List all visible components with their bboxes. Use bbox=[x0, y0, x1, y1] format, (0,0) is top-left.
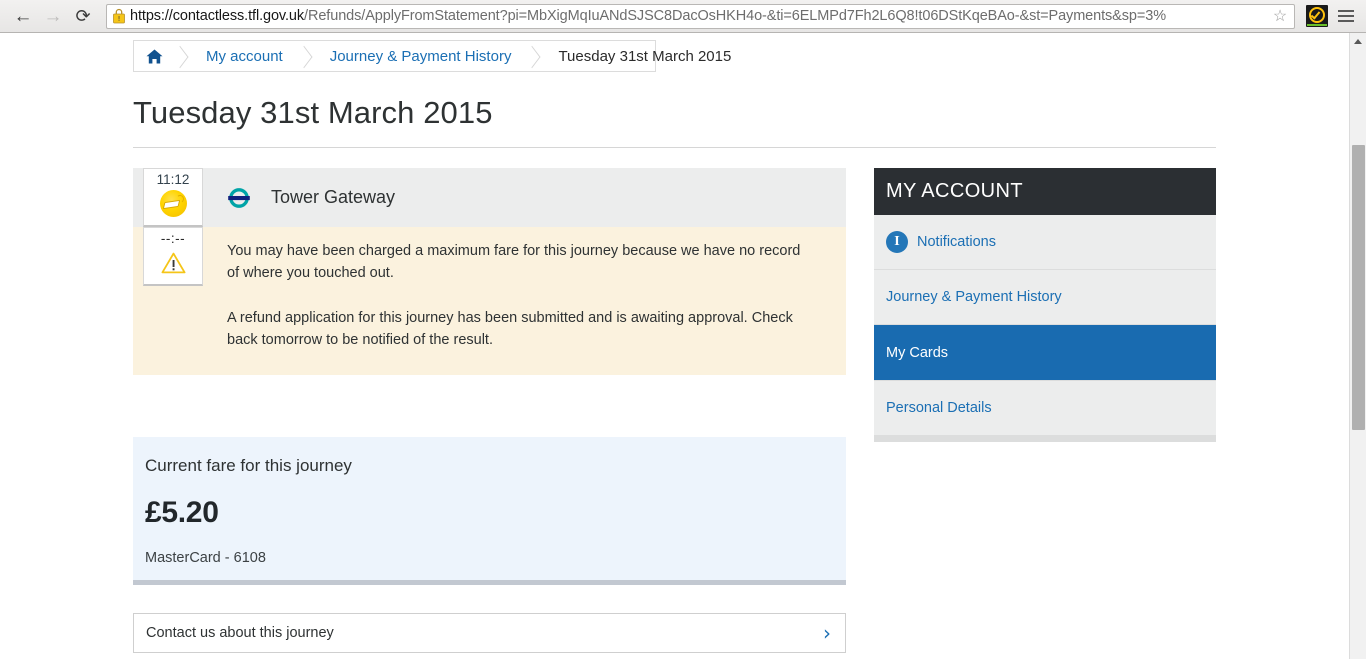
scroll-up-button[interactable] bbox=[1350, 33, 1366, 50]
breadcrumb-separator bbox=[173, 41, 186, 71]
breadcrumb-item-my-account[interactable]: My account bbox=[186, 41, 297, 71]
url-text: https://contactless.tfl.gov.uk/Refunds/A… bbox=[130, 8, 1271, 24]
address-bar[interactable]: ! https://contactless.tfl.gov.uk/Refunds… bbox=[106, 3, 1295, 29]
my-account-panel: MY ACCOUNT I Notifications Journey & Pay… bbox=[874, 168, 1216, 442]
title-divider bbox=[133, 147, 1216, 148]
chevron-right-icon: › bbox=[823, 621, 831, 645]
dlr-roundel-icon bbox=[228, 187, 250, 208]
url-host: https://contactless.tfl.gov.uk bbox=[130, 8, 305, 24]
sidebar-item-journey-payment-history[interactable]: Journey & Payment History bbox=[874, 270, 1216, 325]
bookmark-star-icon[interactable]: ☆ bbox=[1271, 6, 1289, 26]
contactless-touch-in-icon bbox=[159, 190, 187, 217]
page-title: Tuesday 31st March 2015 bbox=[133, 95, 493, 130]
warning-message-1: You may have been charged a maximum fare… bbox=[227, 243, 801, 281]
journey-timeline: 11:12 Tower Gateway --:-- You may have b… bbox=[133, 168, 846, 375]
page-scrollbar[interactable] bbox=[1349, 33, 1366, 659]
scrollbar-thumb[interactable] bbox=[1352, 145, 1365, 430]
touch-out-timebox: --:-- bbox=[143, 227, 203, 286]
browser-toolbar: ← → ⟳ ! https://contactless.tfl.gov.uk/R… bbox=[0, 0, 1366, 33]
journey-touch-out-row: --:-- You may have been charged a maximu… bbox=[133, 227, 846, 375]
contact-us-label: Contact us about this journey bbox=[146, 625, 334, 641]
sidebar-item-label: Notifications bbox=[917, 234, 996, 250]
breadcrumb: My account Journey & Payment History Tue… bbox=[133, 40, 731, 72]
station-name: Tower Gateway bbox=[271, 187, 396, 207]
current-fare-panel: Current fare for this journey £5.20 Mast… bbox=[133, 437, 846, 585]
sidebar-column: MY ACCOUNT I Notifications Journey & Pay… bbox=[874, 168, 1216, 653]
breadcrumb-separator bbox=[525, 41, 538, 71]
sidebar-item-personal-details[interactable]: Personal Details bbox=[874, 380, 1216, 435]
journey-touch-in-row: 11:12 Tower Gateway bbox=[133, 168, 846, 227]
info-icon: I bbox=[886, 231, 908, 253]
touch-in-time: 11:12 bbox=[156, 172, 190, 187]
fare-amount: £5.20 bbox=[145, 496, 219, 529]
insecure-https-lock-icon: ! bbox=[113, 8, 125, 24]
breadcrumb-home[interactable] bbox=[134, 41, 173, 71]
sidebar-item-my-cards[interactable]: My Cards bbox=[874, 325, 1216, 380]
back-button[interactable]: ← bbox=[8, 1, 38, 31]
sidebar-header: MY ACCOUNT bbox=[874, 168, 1216, 215]
warning-message-2: A refund application for this journey ha… bbox=[227, 310, 793, 348]
page-content: My account Journey & Payment History Tue… bbox=[0, 33, 1349, 659]
sidebar-item-label: Journey & Payment History bbox=[886, 289, 1062, 305]
sidebar-item-label: Personal Details bbox=[886, 400, 992, 416]
sidebar-title: MY ACCOUNT bbox=[886, 180, 1023, 202]
touch-out-time: --:-- bbox=[160, 231, 186, 246]
home-icon bbox=[146, 49, 163, 63]
adblock-checkmark-icon[interactable] bbox=[1306, 5, 1328, 27]
main-column: 11:12 Tower Gateway --:-- You may have b… bbox=[133, 168, 846, 653]
touch-in-station: Tower Gateway bbox=[203, 168, 395, 227]
breadcrumb-item-current: Tuesday 31st March 2015 bbox=[558, 47, 732, 65]
sidebar-item-label: My Cards bbox=[886, 344, 949, 361]
sidebar-item-notifications[interactable]: I Notifications bbox=[874, 215, 1216, 270]
forward-button[interactable]: → bbox=[38, 1, 68, 31]
breadcrumb-item-journey-payment-history[interactable]: Journey & Payment History bbox=[310, 41, 526, 71]
fare-payment-card: MasterCard - 6108 bbox=[145, 550, 266, 566]
contact-us-link[interactable]: Contact us about this journey › bbox=[133, 613, 846, 653]
sidebar-list: I Notifications Journey & Payment Histor… bbox=[874, 215, 1216, 435]
breadcrumb-separator bbox=[297, 41, 310, 71]
journey-warning-messages: You may have been charged a maximum fare… bbox=[203, 227, 823, 375]
reload-button[interactable]: ⟳ bbox=[68, 1, 98, 31]
hamburger-menu-icon[interactable] bbox=[1332, 1, 1360, 31]
sidebar-footer-bar bbox=[874, 435, 1216, 442]
touch-in-timebox: 11:12 bbox=[143, 168, 203, 227]
url-path: /Refunds/ApplyFromStatement?pi=MbXigMqIu… bbox=[304, 8, 1166, 24]
warning-triangle-icon bbox=[161, 252, 186, 274]
svg-text:!: ! bbox=[118, 15, 121, 23]
fare-panel-title: Current fare for this journey bbox=[145, 456, 352, 475]
